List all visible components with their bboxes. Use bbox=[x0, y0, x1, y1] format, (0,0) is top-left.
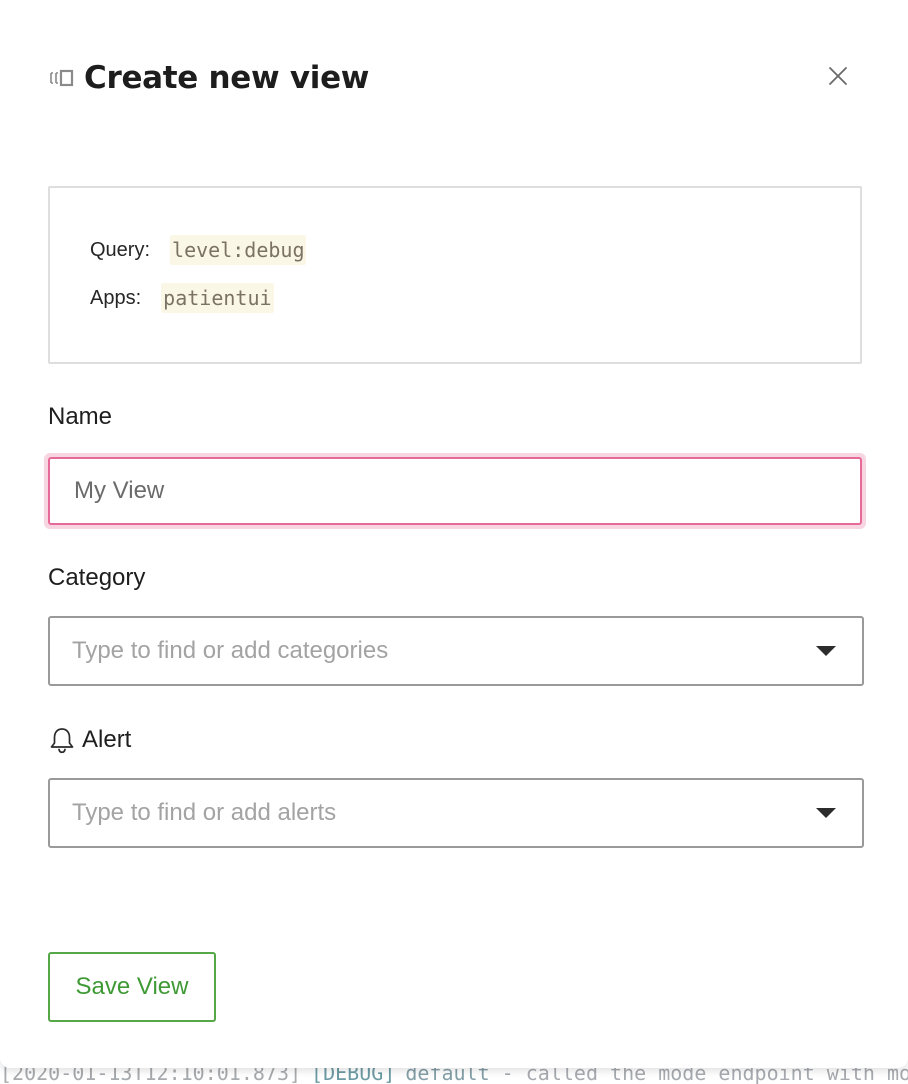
apps-value: patientui bbox=[161, 283, 274, 313]
alert-label-row: Alert bbox=[48, 725, 131, 755]
query-value: level:debug bbox=[170, 235, 307, 265]
save-view-button[interactable]: Save View bbox=[48, 952, 216, 1022]
create-view-modal: Create new view Query: level:debug Apps:… bbox=[0, 0, 908, 1068]
alert-select[interactable] bbox=[48, 778, 864, 848]
query-row: Query: level:debug bbox=[90, 235, 307, 265]
name-input-focus-ring bbox=[44, 453, 866, 529]
category-label: Category bbox=[48, 564, 146, 591]
name-input[interactable] bbox=[48, 457, 862, 525]
apps-label: Apps: bbox=[90, 286, 142, 309]
modal-header: Create new view bbox=[48, 56, 369, 100]
view-icon bbox=[48, 68, 76, 88]
close-icon bbox=[828, 66, 848, 91]
caret-down-icon[interactable] bbox=[816, 808, 836, 818]
modal-title: Create new view bbox=[84, 60, 370, 96]
view-summary-box: Query: level:debug Apps: patientui bbox=[48, 186, 862, 364]
category-select[interactable] bbox=[48, 616, 864, 686]
apps-row: Apps: patientui bbox=[90, 283, 274, 313]
close-button[interactable] bbox=[822, 62, 854, 94]
query-label: Query: bbox=[90, 238, 151, 261]
name-label: Name bbox=[48, 403, 113, 430]
category-input[interactable] bbox=[50, 637, 816, 665]
alert-label: Alert bbox=[82, 726, 132, 753]
caret-down-icon[interactable] bbox=[816, 646, 836, 656]
bell-icon bbox=[48, 725, 76, 755]
alert-input[interactable] bbox=[50, 799, 816, 827]
